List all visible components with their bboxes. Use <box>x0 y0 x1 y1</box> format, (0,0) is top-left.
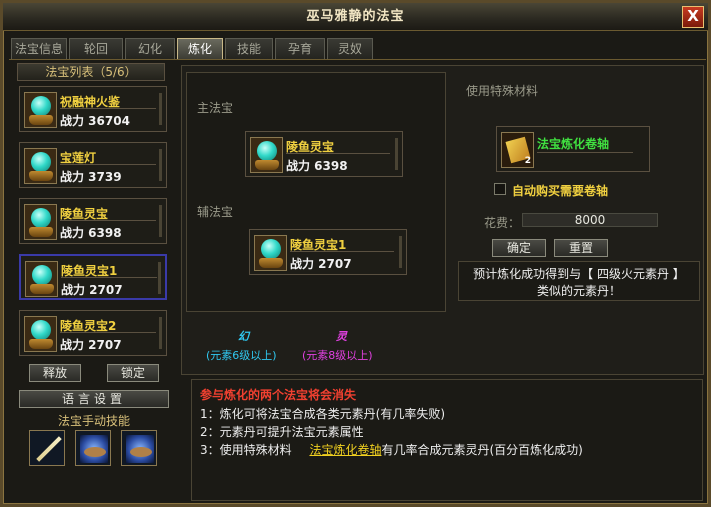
treasure-item-2[interactable]: 宝莲灯 战力 3739 <box>19 142 167 188</box>
info-line-3: 3：使用特殊材料 法宝炼化卷轴有几率合成元素灵丹(百分百炼化成功) <box>200 441 583 458</box>
tab-transform[interactable]: 幻化 <box>125 38 175 59</box>
refine-main-panel: 主法宝 陵鱼灵宝 战力 6398 辅法宝 陵鱼灵宝1 战力 2707 幻 (元素… <box>181 65 704 375</box>
scroll-name: 法宝炼化卷轴 <box>537 137 610 151</box>
tab-refine[interactable]: 炼化 <box>177 38 223 59</box>
refine-slots-panel: 主法宝 陵鱼灵宝 战力 6398 辅法宝 陵鱼灵宝1 战力 2707 <box>186 72 446 312</box>
main-treasure-slot[interactable]: 陵鱼灵宝 战力 6398 <box>245 131 403 177</box>
treasure-item-3[interactable]: 陵鱼灵宝 战力 6398 <box>19 198 167 244</box>
treasure-list-title: 法宝列表（5/6） <box>17 63 165 81</box>
spirit-glyph: 灵 <box>336 330 347 343</box>
tab-nurture[interactable]: 孕育 <box>275 38 325 59</box>
cost-label: 花费： <box>484 216 521 230</box>
cost-value: 8000 <box>522 213 658 227</box>
info-line-2: 2：元素丹可提升法宝元素属性 <box>200 425 364 439</box>
auto-buy-checkbox[interactable] <box>494 183 506 195</box>
blue-shield-skill-icon[interactable] <box>75 430 111 466</box>
treasure-power: 战力 2707 <box>290 257 352 271</box>
treasure-power: 战力 3739 <box>60 170 122 184</box>
window-title: 巫马雅静的法宝 <box>3 3 708 31</box>
aux-treasure-label: 辅法宝 <box>197 205 234 219</box>
info-line-1: 1：炼化可将法宝合成各类元素丹(有几率失败) <box>200 407 445 421</box>
refine-prediction: 预计炼化成功得到与【 四级火元素丹 】 类似的元素丹！ <box>458 261 700 301</box>
close-button[interactable]: X <box>682 6 704 28</box>
lock-button[interactable]: 锁定 <box>107 364 159 382</box>
treasure-power: 战力 6398 <box>60 226 122 240</box>
language-settings-button[interactable]: 语言设置 <box>19 390 169 408</box>
tab-skills[interactable]: 技能 <box>225 38 273 59</box>
main-treasure-label: 主法宝 <box>197 101 234 115</box>
info-line-3-prefix: 3：使用特殊材料 <box>200 443 292 457</box>
orb-treasure-icon <box>254 235 287 271</box>
orb-treasure-icon <box>24 316 57 352</box>
prediction-line-2: 类似的元素丹！ <box>536 284 621 298</box>
prediction-line-1: 预计炼化成功得到与【 四级火元素丹 】 <box>473 267 685 281</box>
release-button[interactable]: 释放 <box>29 364 81 382</box>
orb-treasure-icon <box>24 148 57 184</box>
treasure-power: 战力 6398 <box>286 159 348 173</box>
auto-buy-label: 自动购买需要卷轴 <box>512 184 609 198</box>
scroll-icon: 2 <box>501 132 534 168</box>
orb-treasure-icon <box>24 92 57 128</box>
refine-info-box: 参与炼化的两个法宝将会消失 1：炼化可将法宝合成各类元素丹(有几率失败) 2：元… <box>191 379 703 501</box>
refine-scroll-slot[interactable]: 2 法宝炼化卷轴 <box>496 126 650 172</box>
treasure-item-4[interactable]: 陵鱼灵宝1 战力 2707 <box>19 254 167 300</box>
spirit-requirement: (元素8级以上) <box>302 349 373 362</box>
tab-divider <box>9 59 706 60</box>
refine-window: 巫马雅静的法宝 X 法宝信息 轮回 幻化 炼化 技能 孕育 灵奴 法宝列表（5/… <box>0 0 711 507</box>
treasure-list-panel: 法宝列表（5/6） 祝融神火鉴 战力 36704 宝莲灯 战力 3739 陵鱼灵… <box>11 63 171 503</box>
reset-button[interactable]: 重置 <box>554 239 608 257</box>
manual-skills-title: 法宝手动技能 <box>57 414 130 428</box>
info-line-3-suffix: 有几率合成元素灵丹(百分百炼化成功) <box>381 443 583 457</box>
orb-treasure-icon <box>24 204 57 240</box>
refine-warning: 参与炼化的两个法宝将会消失 <box>200 388 357 402</box>
treasure-item-5[interactable]: 陵鱼灵宝2 战力 2707 <box>19 310 167 356</box>
orb-treasure-icon <box>25 261 58 297</box>
tab-spirit-slave[interactable]: 灵奴 <box>327 38 373 59</box>
illusion-requirement: (元素6级以上) <box>206 349 277 362</box>
illusion-glyph: 幻 <box>238 330 249 343</box>
tab-reincarnation[interactable]: 轮回 <box>69 38 123 59</box>
refine-scroll-link[interactable]: 法宝炼化卷轴 <box>309 443 381 457</box>
blue-shield-skill-icon-2[interactable] <box>121 430 157 466</box>
special-material-title: 使用特殊材料 <box>466 84 539 98</box>
treasure-power: 战力 2707 <box>61 283 123 297</box>
confirm-button[interactable]: 确定 <box>492 239 546 257</box>
tab-treasure-info[interactable]: 法宝信息 <box>11 38 67 59</box>
sword-skill-icon[interactable] <box>29 430 65 466</box>
aux-treasure-slot[interactable]: 陵鱼灵宝1 战力 2707 <box>249 229 407 275</box>
treasure-item-1[interactable]: 祝融神火鉴 战力 36704 <box>19 86 167 132</box>
treasure-power: 战力 2707 <box>60 338 122 352</box>
orb-treasure-icon <box>250 137 283 173</box>
treasure-power: 战力 36704 <box>60 114 130 128</box>
scroll-count: 2 <box>524 156 531 166</box>
